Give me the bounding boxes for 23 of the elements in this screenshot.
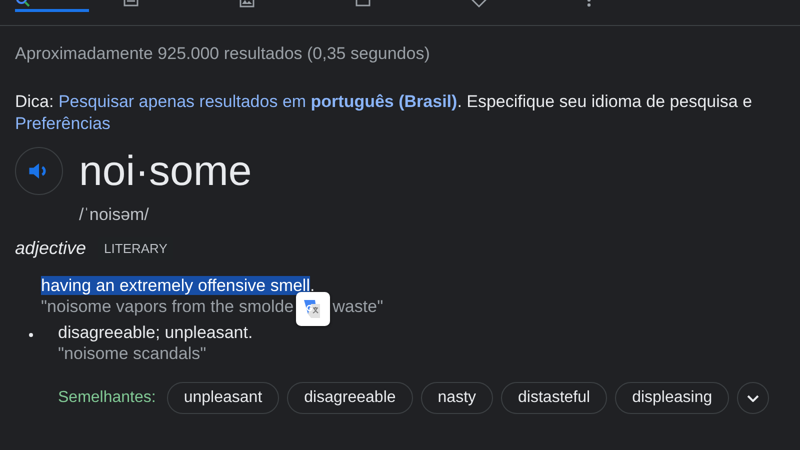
synonym-chip[interactable]: unpleasant <box>166 382 280 414</box>
tip-label: Dica: <box>15 92 54 111</box>
synonym-chip[interactable]: disagreeable <box>287 382 413 414</box>
definition-text: disagreeable; unpleasant. <box>58 323 253 343</box>
synonym-chip[interactable]: distasteful <box>501 382 608 414</box>
synonyms-label: Semelhantes: <box>58 389 156 407</box>
result-count: Aproximadamente 925.000 resultados (0,35 segundos) <box>15 44 431 64</box>
synonym-chip[interactable]: nasty <box>420 382 494 414</box>
phonetic-text: /ˈnoisəm/ <box>79 205 150 225</box>
chevron-down-icon <box>747 394 760 402</box>
example-text: "noisome vapors from the smolde <box>41 297 294 317</box>
translate-button[interactable] <box>296 292 330 326</box>
synonym-chip[interactable]: displeasing <box>615 382 730 414</box>
definition-text: having an extremely offensive smell. <box>41 276 316 296</box>
language-link[interactable]: Pesquisar apenas resultados em português (Brasil) <box>58 92 458 111</box>
headword: noi·some <box>79 147 252 195</box>
speaker-button[interactable] <box>15 147 63 195</box>
example-text: waste" <box>332 297 384 317</box>
tip-text: . Especifique seu idioma de pesquisa e <box>457 92 752 111</box>
part-of-speech: adjective <box>15 238 86 259</box>
expand-button[interactable] <box>737 382 770 414</box>
example-text: "noisome scandals" <box>58 344 206 364</box>
preferences-link[interactable]: Preferências <box>15 114 110 133</box>
